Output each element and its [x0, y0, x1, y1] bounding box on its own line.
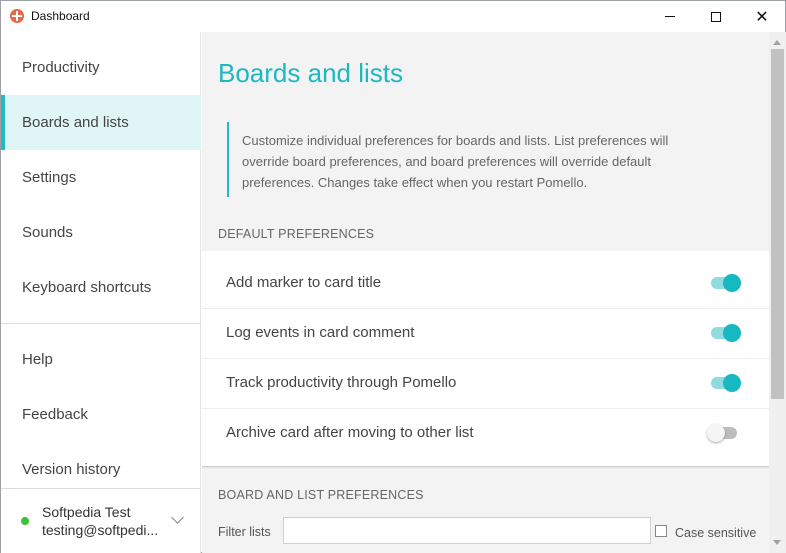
page-title: Boards and lists: [218, 58, 403, 88]
section-label-default-preferences: DEFAULT PREFERENCES: [218, 227, 375, 241]
toggle-knob: [723, 374, 741, 392]
sidebar-item-help[interactable]: Help: [1, 332, 201, 387]
sidebar-item-label: Productivity: [22, 59, 100, 76]
sidebar-item-label: Version history: [22, 461, 121, 478]
preference-row[interactable]: Add marker to card title: [202, 259, 769, 309]
sidebar-item-label: Feedback: [22, 406, 88, 423]
online-status-icon: [21, 517, 29, 525]
preference-row[interactable]: Log events in card comment: [202, 309, 769, 359]
sidebar-item-label: Keyboard shortcuts: [22, 279, 152, 296]
sidebar: Productivity Boards and lists Settings S…: [1, 32, 201, 553]
user-account-menu[interactable]: Softpedia Test testing@softpedi...: [1, 488, 201, 553]
sidebar-item-label: Sounds: [22, 224, 73, 241]
sidebar-item-productivity[interactable]: Productivity: [1, 40, 201, 95]
sidebar-item-settings[interactable]: Settings: [1, 150, 201, 205]
log-events-toggle[interactable]: [711, 324, 741, 342]
app-window: Dashboard ✕ Productivity Boards and list…: [0, 0, 786, 553]
preference-label: Log events in card comment: [226, 324, 415, 341]
sidebar-item-label: Settings: [22, 169, 77, 186]
toggle-knob: [723, 274, 741, 292]
sidebar-item-feedback[interactable]: Feedback: [1, 387, 201, 442]
main-content: Boards and lists Customize individual pr…: [202, 32, 769, 553]
title-bar[interactable]: Dashboard ✕: [1, 1, 785, 32]
track-productivity-toggle[interactable]: [711, 374, 741, 392]
case-sensitive-checkbox[interactable]: [655, 525, 667, 537]
preference-label: Archive card after moving to other list: [226, 424, 474, 441]
close-icon: ✕: [755, 8, 769, 26]
sidebar-item-keyboard-shortcuts[interactable]: Keyboard shortcuts: [1, 260, 201, 315]
case-sensitive-label[interactable]: Case sensitive: [675, 526, 756, 540]
vertical-scrollbar[interactable]: [769, 32, 786, 553]
info-description: Customize individual preferences for boa…: [227, 122, 707, 197]
scrollbar-thumb[interactable]: [771, 49, 784, 399]
sidebar-item-label: Help: [22, 351, 53, 368]
section-label-board-and-list-preferences: BOARD AND LIST PREFERENCES: [218, 488, 424, 502]
chevron-down-icon[interactable]: [171, 511, 184, 524]
minimize-button[interactable]: [647, 1, 693, 32]
add-marker-toggle[interactable]: [711, 274, 741, 292]
close-button[interactable]: ✕: [739, 1, 785, 32]
preference-label: Track productivity through Pomello: [226, 374, 457, 391]
sidebar-item-sounds[interactable]: Sounds: [1, 205, 201, 260]
sidebar-item-boards-and-lists[interactable]: Boards and lists: [1, 95, 201, 150]
preference-row[interactable]: Archive card after moving to other list: [202, 409, 769, 459]
preference-row[interactable]: Track productivity through Pomello: [202, 359, 769, 409]
filter-lists-label: Filter lists: [218, 525, 271, 539]
maximize-button[interactable]: [693, 1, 739, 32]
minimize-icon: [665, 16, 675, 17]
pomello-logo-icon: [10, 9, 24, 23]
scroll-down-arrow-icon[interactable]: [773, 540, 781, 545]
default-preferences-card: Add marker to card title Log events in c…: [202, 251, 769, 467]
archive-card-toggle[interactable]: [707, 424, 737, 442]
maximize-icon: [711, 11, 721, 22]
window-title: Dashboard: [31, 9, 90, 23]
filter-lists-input[interactable]: [283, 517, 651, 544]
toggle-knob: [707, 424, 725, 442]
preference-label: Add marker to card title: [226, 274, 382, 291]
scroll-up-arrow-icon[interactable]: [773, 40, 781, 45]
sidebar-item-label: Boards and lists: [22, 114, 129, 131]
user-name: Softpedia Test: [42, 504, 131, 520]
toggle-knob: [723, 324, 741, 342]
user-email: testing@softpedi...: [42, 522, 159, 538]
sidebar-divider: [1, 323, 201, 324]
